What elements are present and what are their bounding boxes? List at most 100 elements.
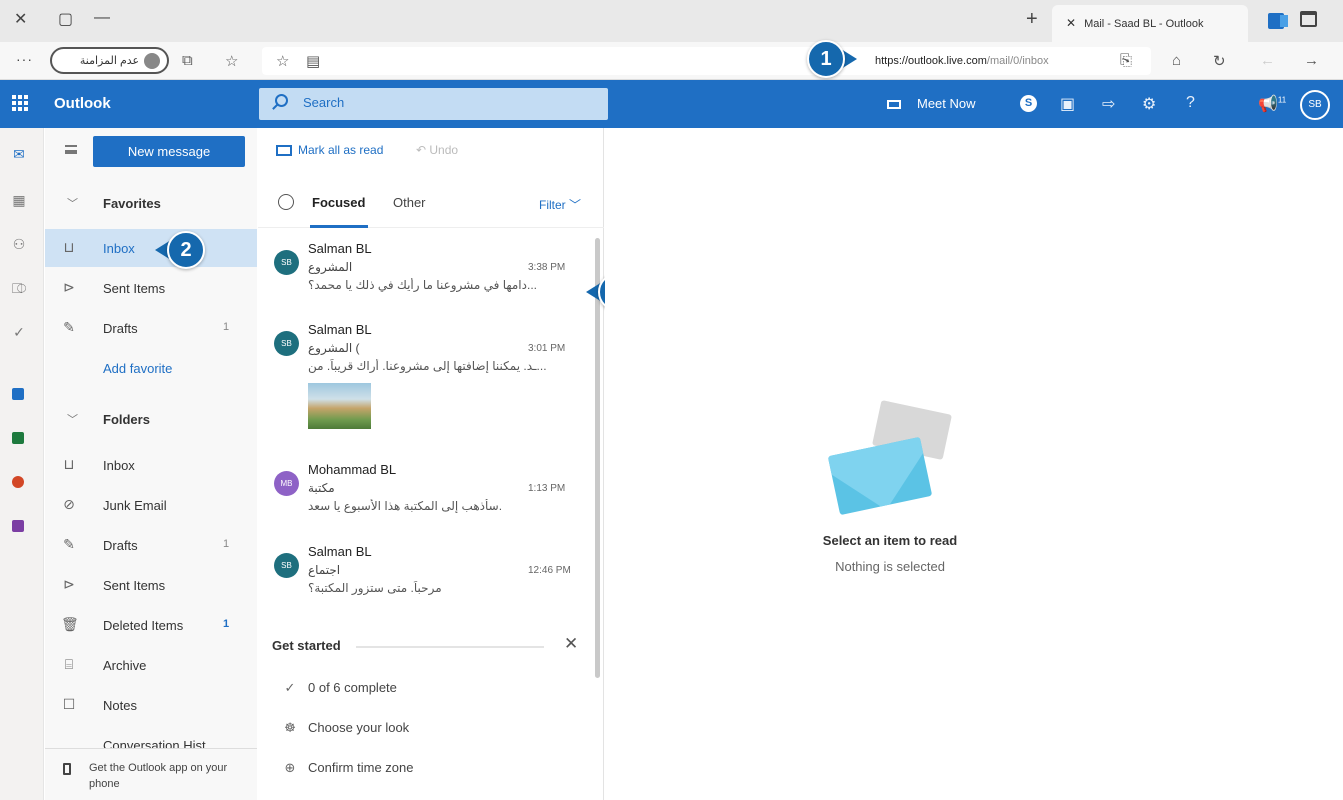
profile-avatar-icon (144, 53, 160, 69)
sender-name: Salman BL (308, 241, 372, 256)
more-icon[interactable]: ··· (16, 51, 33, 67)
add-favorite-icon[interactable]: ☆ (276, 52, 289, 70)
tab-title: Mail - Saad BL - Outlook (1084, 18, 1204, 30)
mail-icon[interactable]: ✉ (10, 146, 28, 162)
mark-all-read-button[interactable]: Mark all as read (276, 143, 383, 157)
app-name: Outlook (54, 95, 111, 112)
mail-item[interactable]: SB Salman BL المشروع ( 3:01 PM ...ـد. يم… (258, 317, 594, 445)
settings-icon[interactable]: ⚙ (1142, 94, 1156, 114)
favorites-header[interactable]: ﹀ Favorites (45, 184, 257, 222)
reader-view-icon[interactable]: ▤ (306, 52, 320, 70)
new-tab-button[interactable]: + (1026, 8, 1038, 31)
attachment-thumbnail[interactable] (308, 383, 371, 429)
office-icon[interactable]: ▣ (1060, 94, 1075, 114)
hamburger-icon[interactable] (65, 145, 77, 154)
sender-avatar: MB (274, 471, 299, 496)
folder-item-sent[interactable]: ⊳ Sent Items (45, 566, 257, 604)
filter-button[interactable]: Filter ﹀ (539, 196, 581, 213)
chevron-down-icon: ﹀ (67, 198, 78, 210)
globe-icon: ⊕ (284, 760, 296, 775)
folder-item-archive[interactable]: ⌸ Archive (45, 646, 257, 684)
palette-icon: ☸ (284, 720, 296, 735)
folder-item-deleted[interactable]: 🗑 Deleted Items 1 (45, 606, 257, 644)
folder-item-inbox[interactable]: ⊔ Inbox (45, 446, 257, 484)
mail-time: 1:13 PM (528, 483, 566, 494)
block-icon: ⊘ (63, 496, 75, 512)
outlook-header: Outlook Search Meet Now S ▣ ⇨ ⚙ ? 📢11 SB (0, 80, 1343, 128)
tab-close-icon[interactable]: ✕ (1066, 16, 1076, 30)
new-message-button[interactable]: New message (93, 136, 245, 167)
check-icon: ✓ (284, 680, 296, 695)
mail-subject: مكتبة (308, 481, 335, 495)
folder-item-drafts[interactable]: ✎ Drafts 1 (45, 526, 257, 564)
get-started-title: Get started (272, 638, 341, 653)
favorites-icon[interactable]: ☆ (225, 52, 238, 70)
restore-icon[interactable]: ▢ (58, 9, 73, 29)
chevron-down-icon: ﹀ (67, 414, 78, 426)
minimize-icon[interactable]: — (94, 9, 110, 27)
mail-item[interactable]: SB Salman BL اجتماع 12:46 PM مرحباً. متى… (258, 539, 594, 611)
mail-preview: ...دامها في مشروعنا ما رأيك في ذلك يا مح… (308, 278, 537, 292)
tab-other[interactable]: Other (393, 195, 426, 210)
folders-header[interactable]: ﹀ Folders (45, 400, 257, 438)
url-host: https://outlook.live.com (875, 55, 987, 67)
add-favorite-link[interactable]: Add favorite (45, 349, 257, 387)
calendar-icon[interactable]: ▦ (10, 192, 28, 208)
user-avatar[interactable]: SB (1300, 90, 1330, 120)
mail-item[interactable]: MB Mohammad BL مكتبة 1:13 PM .سأذهب إلى … (258, 457, 594, 529)
select-all-icon[interactable] (278, 194, 294, 210)
refresh-icon[interactable]: ↻ (1213, 52, 1226, 70)
onenote-icon[interactable] (12, 520, 24, 532)
app-launcher-icon[interactable] (12, 95, 28, 111)
excel-icon[interactable] (12, 432, 24, 444)
mail-item[interactable]: SB Salman BL المشروع 3:38 PM ...دامها في… (258, 236, 594, 308)
sender-name: Mohammad BL (308, 462, 397, 477)
get-outlook-app-link[interactable]: Get the Outlook app on your phone (45, 748, 257, 800)
search-icon (275, 94, 288, 107)
sender-name: Salman BL (308, 544, 372, 559)
forward-icon[interactable]: → (1304, 52, 1319, 69)
whats-new-icon[interactable]: 📢11 (1258, 94, 1286, 114)
fav-item-sent[interactable]: ⊳ Sent Items (45, 269, 257, 307)
folder-item-junk[interactable]: ⊘ Junk Email (45, 486, 257, 524)
sender-avatar: SB (274, 250, 299, 275)
fav-item-drafts[interactable]: ✎ Drafts 1 (45, 309, 257, 347)
folder-item-notes[interactable]: ☐ Notes (45, 686, 257, 724)
close-icon[interactable]: ✕ (564, 634, 578, 654)
folder-pane: New message ﹀ Favorites ⊔ Inbox ⊳ Sent I… (45, 128, 257, 800)
browser-tab[interactable]: ✕ Mail - Saad BL - Outlook (1052, 5, 1248, 42)
mail-preview: مرحباً. متى ستزور المكتبة؟ (308, 581, 442, 595)
notification-badge: 11 (1277, 95, 1287, 105)
tab-focused[interactable]: Focused (312, 195, 365, 210)
choose-look-item[interactable]: ☸ Choose your look (280, 720, 409, 736)
profile-button[interactable]: عدم المزامنة (50, 47, 169, 74)
folder-item-conversation-history[interactable]: Conversation Hist (45, 726, 257, 748)
message-list: Mark all as read ↶ Undo Focused Other Fi… (258, 128, 604, 800)
meet-now-button[interactable]: Meet Now (887, 96, 976, 111)
powerpoint-icon[interactable] (12, 476, 24, 488)
url-path: /mail/0/inbox (986, 55, 1049, 67)
collections-icon[interactable]: ⧉ (182, 52, 193, 69)
time-zone-item[interactable]: ⊕ Confirm time zone (280, 760, 414, 776)
word-icon[interactable] (12, 388, 24, 400)
skype-icon[interactable]: S (1020, 95, 1037, 112)
attachment-icon[interactable]: ⎄ (10, 280, 28, 296)
url-text: https://outlook.live.com/mail/0/inbox (875, 55, 1049, 67)
mail-time: 3:38 PM (528, 262, 566, 273)
profile-label: عدم المزامنة (79, 55, 140, 67)
clipboard-icon[interactable]: ⎘ (1120, 52, 1132, 69)
people-icon[interactable]: ⚇ (10, 236, 28, 252)
todo-icon[interactable]: ✓ (10, 324, 28, 340)
my-day-icon[interactable]: ⇨ (1102, 94, 1115, 114)
home-icon[interactable]: ⌂ (1172, 52, 1181, 69)
reading-pane: Select an item to read Nothing is select… (605, 128, 1343, 800)
phone-icon (63, 763, 71, 775)
fav-item-inbox[interactable]: ⊔ Inbox (45, 229, 257, 267)
sender-name: Salman BL (308, 322, 372, 337)
help-icon[interactable]: ? (1186, 94, 1195, 112)
outlook-tab-icon (1268, 13, 1288, 29)
window-icon[interactable] (1300, 11, 1317, 27)
close-icon[interactable]: ✕ (14, 9, 27, 29)
search-input[interactable]: Search (259, 88, 608, 120)
mail-preview: .سأذهب إلى المكتبة هذا الأسبوع يا سعد (308, 499, 503, 513)
